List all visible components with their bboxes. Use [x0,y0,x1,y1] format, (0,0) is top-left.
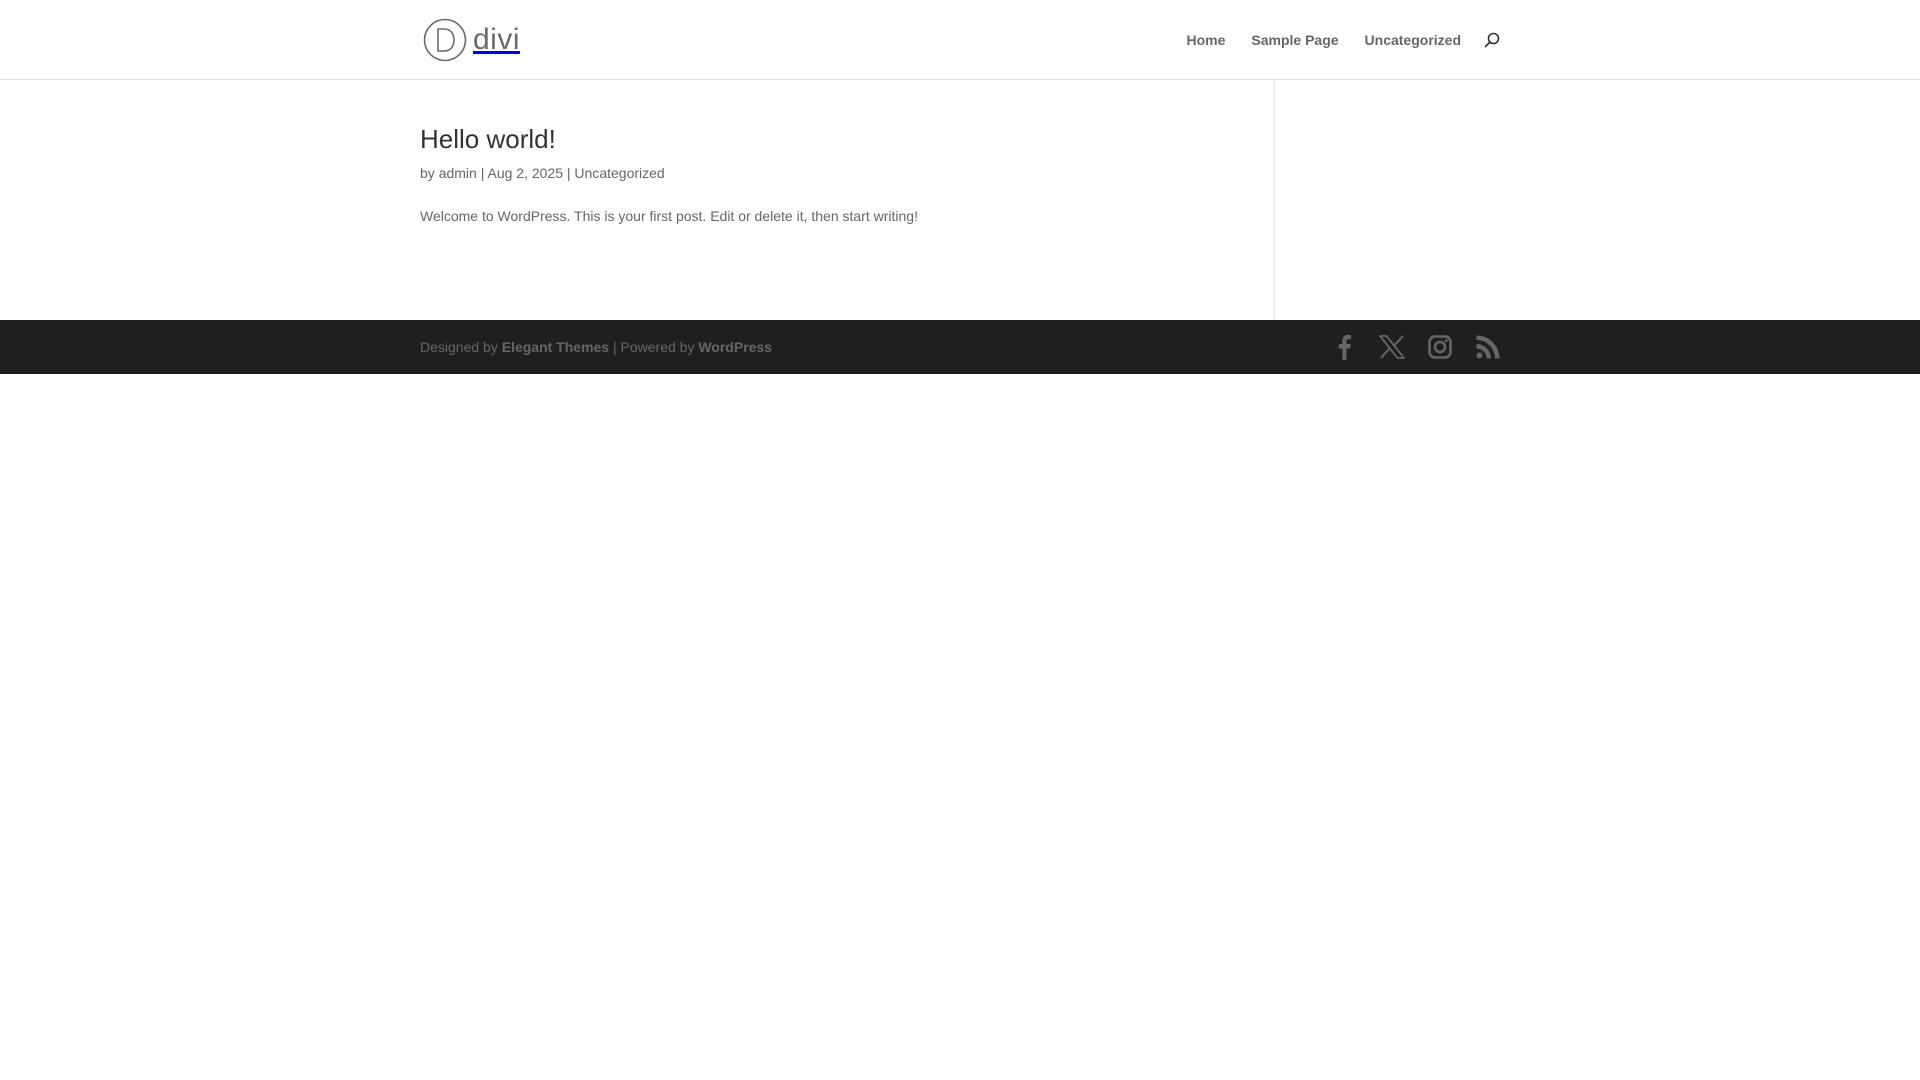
rss-icon [1476,335,1500,359]
elegant-themes-link[interactable]: Elegant Themes [502,339,609,355]
social-icons [1331,320,1501,374]
instagram-icon [1428,335,1452,359]
nav-item-sample-page[interactable]: Sample Page [1251,0,1338,80]
rss-link[interactable] [1475,334,1501,360]
powered-by-label: | Powered by [612,339,695,355]
logo-text: divi [473,23,521,56]
post-title: Hello world! [420,125,1240,154]
search-button[interactable] [1483,31,1501,49]
facebook-link[interactable] [1331,334,1357,360]
divi-logo-icon [423,18,467,62]
site-footer: Designed by Elegant Themes | Powered by … [0,320,1920,374]
wordpress-link[interactable]: WordPress [698,339,772,355]
site-logo[interactable]: divi [423,18,520,62]
meta-separator: | [566,164,571,181]
nav-item-home[interactable]: Home [1186,0,1225,80]
search-icon [1484,32,1500,48]
designed-by-label: Designed by [420,339,498,355]
post-article: Hello world! by admin | Aug 2, 2025 | Un… [420,125,1240,229]
footer-credits: Designed by Elegant Themes | Powered by … [420,320,772,374]
meta-by-label: by [420,164,435,181]
top-navigation: Home Sample Page Uncategorized [1186,0,1501,80]
sidebar-divider [1274,80,1275,320]
instagram-link[interactable] [1427,334,1453,360]
site-header: divi Home Sample Page Uncategorized [0,0,1920,80]
post-title-link[interactable]: Hello world! [420,124,556,154]
post-author-link[interactable]: admin [439,165,477,181]
nav-item-uncategorized[interactable]: Uncategorized [1365,0,1461,80]
post-meta: by admin | Aug 2, 2025 | Uncategorized [420,162,1240,184]
facebook-icon [1338,334,1351,360]
main-content: Hello world! by admin | Aug 2, 2025 | Un… [0,80,1920,320]
x-twitter-icon [1379,335,1405,359]
post-excerpt: Welcome to WordPress. This is your first… [420,207,918,224]
post-category-link[interactable]: Uncategorized [574,165,664,181]
x-twitter-link[interactable] [1379,334,1405,360]
post-date: Aug 2, 2025 [487,164,563,181]
meta-separator: | [480,164,485,181]
